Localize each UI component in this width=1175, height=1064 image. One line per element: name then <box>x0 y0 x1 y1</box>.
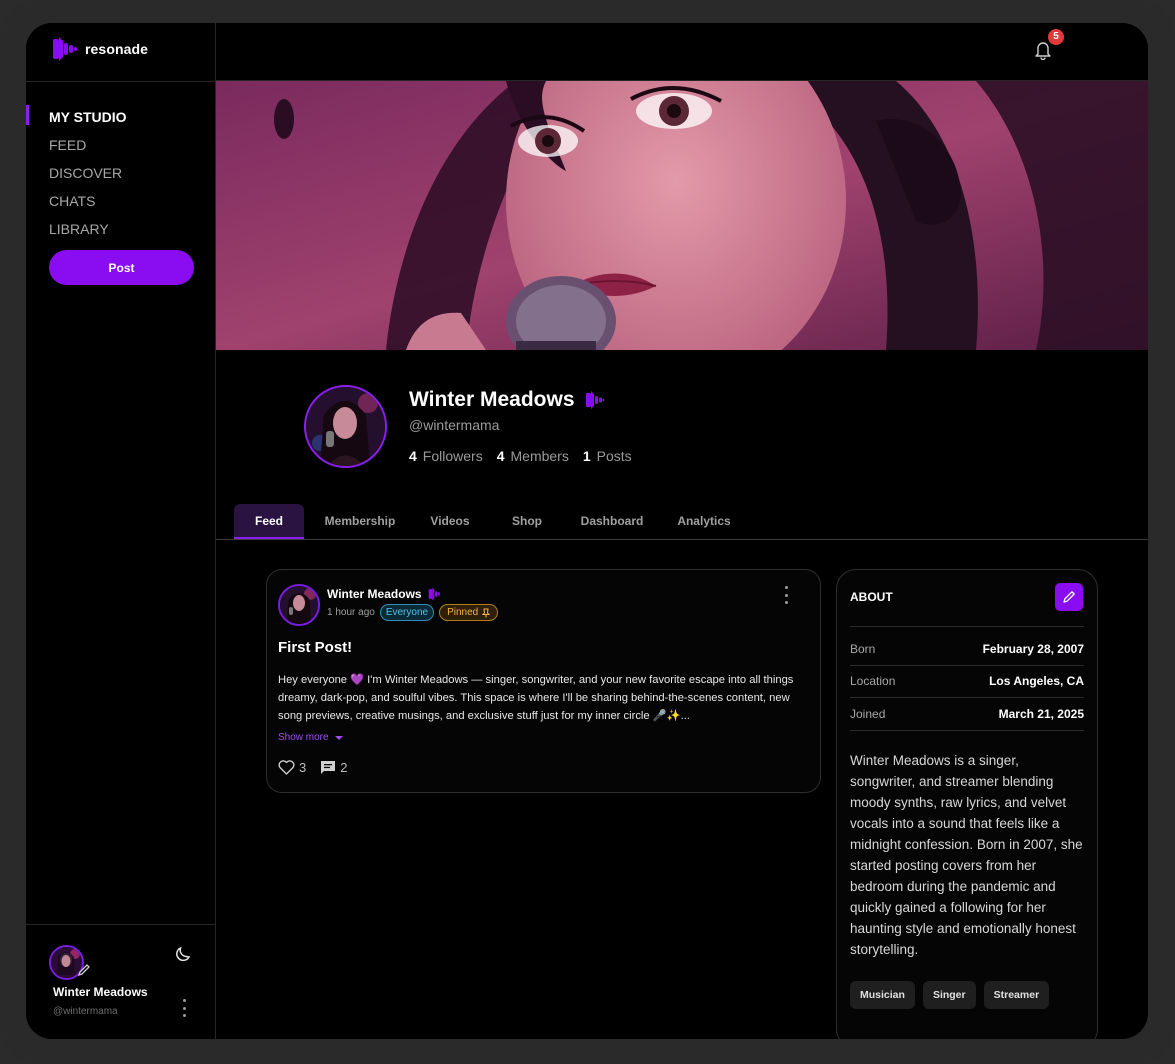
kebab-icon[interactable] <box>783 586 789 604</box>
tab-videos[interactable]: Videos <box>416 504 484 539</box>
post-meta: 1 hour ago Everyone Pinned <box>327 604 499 621</box>
stat-followers[interactable]: 4 Followers <box>409 448 483 464</box>
show-more-link[interactable]: Show more <box>278 732 343 743</box>
banner-image <box>216 81 1148 350</box>
sidebar-item-library[interactable]: LIBRARY <box>26 215 216 243</box>
about-tags: Musician Singer Streamer <box>850 981 1050 1009</box>
about-value: February 28, 2007 <box>982 642 1084 656</box>
tag-musician[interactable]: Musician <box>850 981 915 1009</box>
heart-icon <box>278 760 295 775</box>
tag-streamer[interactable]: Streamer <box>983 981 1050 1009</box>
about-row-born: Born February 28, 2007 <box>850 639 1084 659</box>
tab-shop[interactable]: Shop <box>496 504 558 539</box>
sidebar: resonade MY STUDIO FEED DISCOVER CHATS L… <box>26 23 216 1039</box>
profile-stats: 4 Followers 4 Members 1 Posts <box>409 448 632 464</box>
post-author-row: Winter Meadows <box>327 587 442 601</box>
verified-wave-icon <box>585 391 604 409</box>
divider <box>850 697 1084 698</box>
about-key: Joined <box>850 707 886 721</box>
audience-badge: Everyone <box>379 604 435 621</box>
profile-avatar[interactable] <box>304 385 387 468</box>
post-time: 1 hour ago <box>327 607 375 618</box>
about-row-location: Location Los Angeles, CA <box>850 671 1084 691</box>
verified-wave-icon <box>428 587 440 601</box>
pencil-icon[interactable] <box>77 963 91 977</box>
about-card: ABOUT Born February 28, 2007 Location Lo… <box>836 569 1098 1039</box>
post-author[interactable]: Winter Meadows <box>327 587 422 601</box>
profile-name: Winter Meadows <box>409 388 575 411</box>
avatar-image <box>280 586 318 624</box>
about-value: March 21, 2025 <box>998 707 1084 721</box>
profile-banner <box>216 81 1148 350</box>
tab-analytics[interactable]: Analytics <box>666 504 742 539</box>
kebab-icon[interactable] <box>181 999 187 1017</box>
device-frame: resonade MY STUDIO FEED DISCOVER CHATS L… <box>0 0 1175 1064</box>
profile-handle: @wintermama <box>409 417 500 433</box>
stat-posts[interactable]: 1 Posts <box>583 448 632 464</box>
post-body: Hey everyone 💜 I'm Winter Meadows — sing… <box>278 674 794 722</box>
chevron-down-icon <box>334 735 343 740</box>
about-row-joined: Joined March 21, 2025 <box>850 704 1084 724</box>
about-key: Location <box>850 674 896 688</box>
comment-button[interactable]: 2 <box>320 760 347 775</box>
tab-membership[interactable]: Membership <box>316 504 404 539</box>
about-title: ABOUT <box>850 590 893 604</box>
about-bio: Winter Meadows is a singer, songwriter, … <box>850 753 1083 957</box>
post-actions: 3 2 <box>278 760 347 775</box>
edit-about-button[interactable] <box>1055 583 1083 611</box>
divider <box>26 81 216 82</box>
user-handle: @wintermama <box>53 1006 118 1017</box>
pencil-icon <box>1063 591 1075 603</box>
sidebar-item-chats[interactable]: CHATS <box>26 187 216 215</box>
post-card: Winter Meadows 1 hour ago Everyone Pinne… <box>266 569 821 793</box>
divider <box>850 626 1084 627</box>
comment-icon <box>321 761 336 774</box>
post-title: First Post! <box>278 639 353 656</box>
sidebar-item-feed[interactable]: FEED <box>26 131 216 159</box>
avatar-image <box>306 387 385 466</box>
divider <box>850 730 1084 731</box>
profile-tabs: Feed Membership Videos Shop Dashboard An… <box>216 504 1148 540</box>
app-screen: resonade MY STUDIO FEED DISCOVER CHATS L… <box>26 23 1148 1039</box>
moon-icon[interactable] <box>174 945 192 963</box>
sidebar-nav: MY STUDIO FEED DISCOVER CHATS LIBRARY <box>26 103 216 243</box>
like-count: 3 <box>299 760 307 775</box>
topbar: 5 <box>216 23 1148 81</box>
user-name: Winter Meadows <box>53 985 148 999</box>
pinned-badge-label: Pinned <box>447 607 479 618</box>
avatar[interactable] <box>278 584 320 626</box>
sidebar-item-my-studio[interactable]: MY STUDIO <box>26 103 216 131</box>
profile-name-row: Winter Meadows <box>409 388 605 412</box>
stat-members[interactable]: 4 Members <box>497 448 569 464</box>
tab-feed[interactable]: Feed <box>234 504 304 539</box>
divider <box>26 924 216 925</box>
tag-singer[interactable]: Singer <box>922 981 976 1009</box>
logo-icon <box>53 37 77 61</box>
logo[interactable]: resonade <box>53 35 148 63</box>
about-key: Born <box>850 642 876 656</box>
show-more-label: Show more <box>278 732 329 743</box>
pin-icon <box>482 608 491 617</box>
post-button[interactable]: Post <box>49 250 194 285</box>
about-value: Los Angeles, CA <box>989 674 1084 688</box>
sidebar-item-discover[interactable]: DISCOVER <box>26 159 216 187</box>
pinned-badge: Pinned <box>439 604 499 621</box>
bell-icon[interactable] <box>1034 40 1052 60</box>
notification-badge: 5 <box>1048 29 1064 45</box>
comment-count: 2 <box>340 760 348 775</box>
like-button[interactable]: 3 <box>278 760 306 775</box>
tab-dashboard[interactable]: Dashboard <box>570 504 654 539</box>
logo-text: resonade <box>85 41 149 57</box>
divider <box>850 665 1084 666</box>
